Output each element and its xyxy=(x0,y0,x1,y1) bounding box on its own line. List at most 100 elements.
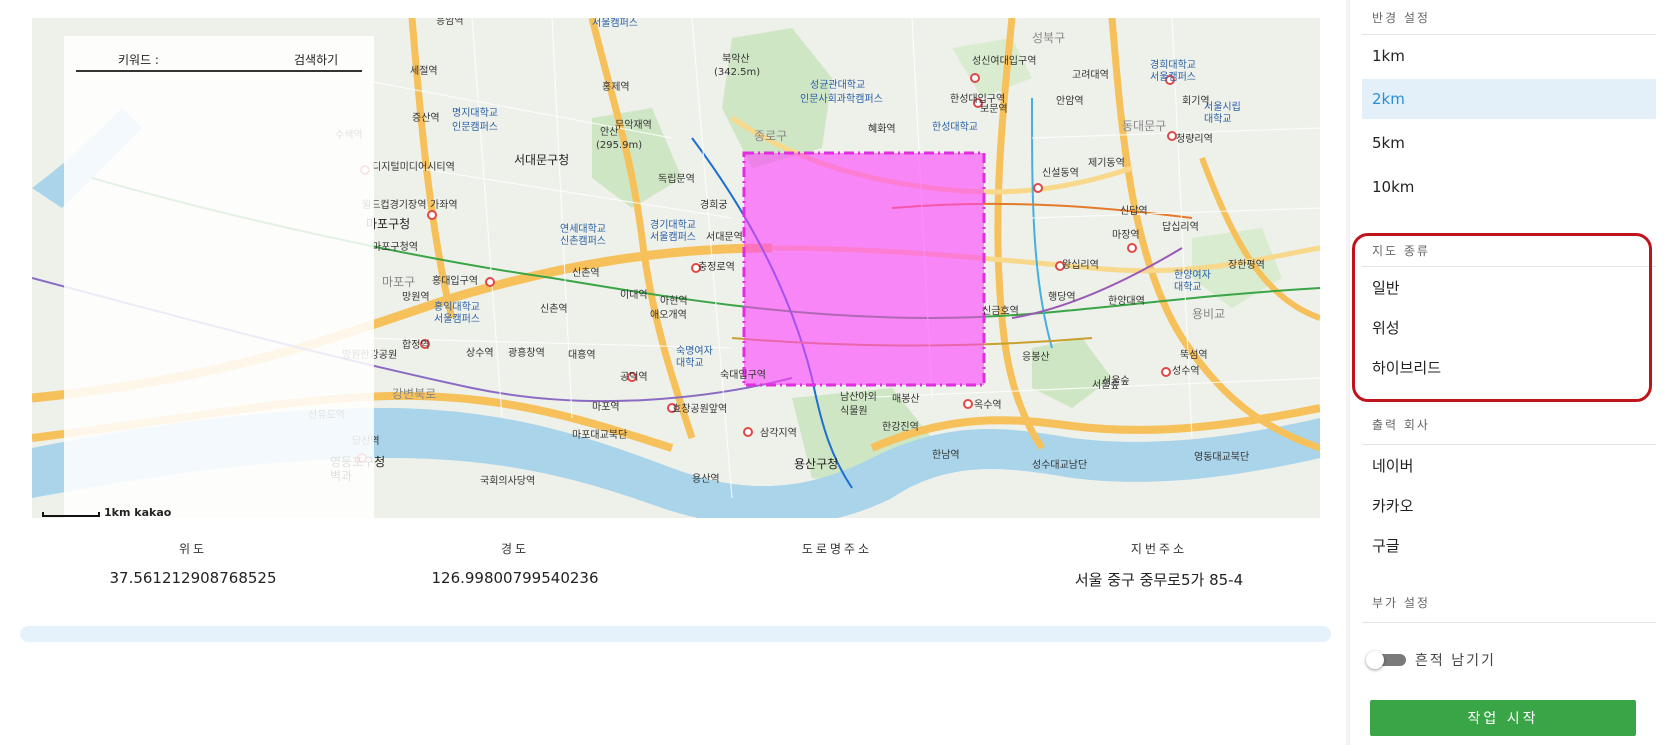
svg-text:숙명여자: 숙명여자 xyxy=(676,345,713,357)
svg-text:뚝섬역: 뚝섬역 xyxy=(1180,349,1208,361)
svg-text:응봉산: 응봉산 xyxy=(1022,351,1050,363)
svg-text:이대역: 이대역 xyxy=(620,289,648,301)
search-button[interactable]: 검색하기 xyxy=(294,51,338,68)
jibun-address-label: 지번주소 xyxy=(1130,542,1188,556)
jibun-address-column: 지번주소 서울 중구 중무로5가 85-4 xyxy=(998,540,1320,590)
svg-text:신촌캠퍼스: 신촌캠퍼스 xyxy=(560,235,606,247)
progress-bar xyxy=(20,626,1331,642)
svg-text:세절역: 세절역 xyxy=(410,64,438,77)
svg-text:성북구: 성북구 xyxy=(1032,31,1065,45)
svg-text:합정역: 합정역 xyxy=(402,339,430,351)
svg-text:효창공원앞역: 효창공원앞역 xyxy=(672,403,727,415)
start-button[interactable]: 작업 시작 xyxy=(1370,700,1636,736)
svg-text:마포역: 마포역 xyxy=(592,401,620,413)
svg-text:매봉산: 매봉산 xyxy=(892,393,920,405)
svg-text:한남역: 한남역 xyxy=(932,449,960,461)
radius-option-2km[interactable]: 2km xyxy=(1362,79,1656,119)
svg-text:삼각지역: 삼각지역 xyxy=(760,427,797,439)
svg-text:명지대학교: 명지대학교 xyxy=(452,107,498,119)
search-bar: 키워드 : 검색하기 xyxy=(76,48,362,72)
svg-text:대흥역: 대흥역 xyxy=(568,348,596,361)
svg-text:한양대역: 한양대역 xyxy=(1108,295,1145,307)
toggle-knob xyxy=(1366,651,1384,669)
svg-text:서울캠퍼스: 서울캠퍼스 xyxy=(1150,71,1196,83)
svg-text:성신여대입구역: 성신여대입구역 xyxy=(972,54,1036,67)
svg-text:서대문역: 서대문역 xyxy=(706,231,743,243)
scale-label: 1km xyxy=(104,506,131,518)
radius-overlay xyxy=(742,151,986,387)
svg-text:성수역: 성수역 xyxy=(1172,365,1200,377)
svg-text:용비교: 용비교 xyxy=(1192,307,1225,321)
svg-text:강변북로: 강변북로 xyxy=(392,387,436,401)
svg-text:홍익대학교: 홍익대학교 xyxy=(434,300,480,313)
company-option-kakao[interactable]: 카카오 xyxy=(1362,486,1656,526)
radius-option-1km[interactable]: 1km xyxy=(1362,36,1656,76)
svg-text:경기대학교: 경기대학교 xyxy=(650,218,696,231)
svg-text:식물원: 식물원 xyxy=(840,405,868,417)
svg-text:디지털미디어시티역: 디지털미디어시티역 xyxy=(372,161,455,173)
svg-text:경희대학교: 경희대학교 xyxy=(1150,58,1196,71)
svg-text:가좌역: 가좌역 xyxy=(430,199,458,211)
road-address-column: 도로명주소 xyxy=(676,540,998,569)
svg-text:용산역: 용산역 xyxy=(692,473,720,485)
company-section-title: 출력 회사 xyxy=(1372,418,1430,432)
svg-text:아현역: 아현역 xyxy=(660,295,688,307)
svg-text:서울캠퍼스: 서울캠퍼스 xyxy=(434,313,480,325)
svg-text:동대문구: 동대문구 xyxy=(1122,119,1166,133)
svg-text:대학교: 대학교 xyxy=(676,357,704,369)
svg-text:증산역: 증산역 xyxy=(412,112,440,124)
highlight-box xyxy=(1352,233,1652,402)
svg-text:서울시립: 서울시립 xyxy=(1204,100,1241,113)
jibun-address-value: 서울 중구 중무로5가 85-4 xyxy=(1074,571,1244,589)
svg-text:종로구: 종로구 xyxy=(754,129,787,143)
scale-bar xyxy=(42,512,100,517)
svg-text:북악산: 북악산 xyxy=(722,53,750,65)
kakao-logo: kakao xyxy=(134,506,172,518)
svg-text:서울캠퍼스: 서울캠퍼스 xyxy=(650,231,696,243)
svg-text:인문캠퍼스: 인문캠퍼스 xyxy=(452,121,498,133)
svg-text:고려대역: 고려대역 xyxy=(1072,69,1109,81)
svg-text:신촌역: 신촌역 xyxy=(572,267,600,279)
svg-text:국회의사당역: 국회의사당역 xyxy=(480,475,535,487)
svg-text:서울캠퍼스: 서울캠퍼스 xyxy=(592,18,638,29)
svg-text:용산구청: 용산구청 xyxy=(794,457,838,471)
svg-text:왕십리역: 왕십리역 xyxy=(1062,259,1099,271)
section-divider xyxy=(1362,444,1656,445)
svg-text:응암역: 응암역 xyxy=(436,18,464,27)
svg-text:홍대입구역: 홍대입구역 xyxy=(432,274,478,287)
longitude-label: 경도 xyxy=(500,542,530,556)
road-address-label: 도로명주소 xyxy=(801,542,873,556)
location-info: 위도 37.561212908768525 경도 126.99800799540… xyxy=(32,540,1320,600)
svg-text:숙대입구역: 숙대입구역 xyxy=(720,368,766,381)
svg-text:마포구: 마포구 xyxy=(382,275,415,289)
keyword-input[interactable] xyxy=(178,50,274,68)
svg-text:혜화역: 혜화역 xyxy=(868,123,896,135)
svg-text:한양여자: 한양여자 xyxy=(1174,269,1211,281)
search-panel: 키워드 : 검색하기 xyxy=(64,36,374,518)
svg-text:애오개역: 애오개역 xyxy=(650,309,687,321)
trace-toggle[interactable] xyxy=(1366,651,1406,669)
radius-option-10km[interactable]: 10km xyxy=(1362,167,1656,207)
svg-text:행당역: 행당역 xyxy=(1048,291,1076,303)
trace-toggle-label: 흔적 남기기 xyxy=(1415,653,1496,669)
map-view[interactable]: 세절역 응암역 서울캠퍼스 홍제역 무악재역 증산역 명지대학교 인문캠퍼스 디… xyxy=(32,18,1320,518)
keyword-label: 키워드 : xyxy=(118,53,159,67)
svg-text:청량리역: 청량리역 xyxy=(1176,133,1213,145)
radius-option-5km[interactable]: 5km xyxy=(1362,123,1656,163)
svg-text:서대문구청: 서대문구청 xyxy=(514,153,569,167)
svg-text:무악재역: 무악재역 xyxy=(615,119,652,131)
latitude-value: 37.561212908768525 xyxy=(109,569,277,587)
company-option-naver[interactable]: 네이버 xyxy=(1362,446,1656,486)
latitude-column: 위도 37.561212908768525 xyxy=(32,540,354,587)
svg-text:(295.9m): (295.9m) xyxy=(596,140,642,151)
svg-text:광흥창역: 광흥창역 xyxy=(508,346,545,359)
section-divider xyxy=(1362,34,1656,35)
svg-text:마포구청역: 마포구청역 xyxy=(372,241,418,253)
svg-text:경희궁: 경희궁 xyxy=(700,198,728,211)
svg-text:안암역: 안암역 xyxy=(1056,95,1084,107)
company-option-google[interactable]: 구글 xyxy=(1362,526,1656,566)
svg-text:옥수역: 옥수역 xyxy=(974,399,1002,411)
svg-text:장한평역: 장한평역 xyxy=(1228,259,1265,271)
svg-text:영동대교북단: 영동대교북단 xyxy=(1194,451,1249,463)
radius-section-title: 반경 설정 xyxy=(1372,11,1430,25)
